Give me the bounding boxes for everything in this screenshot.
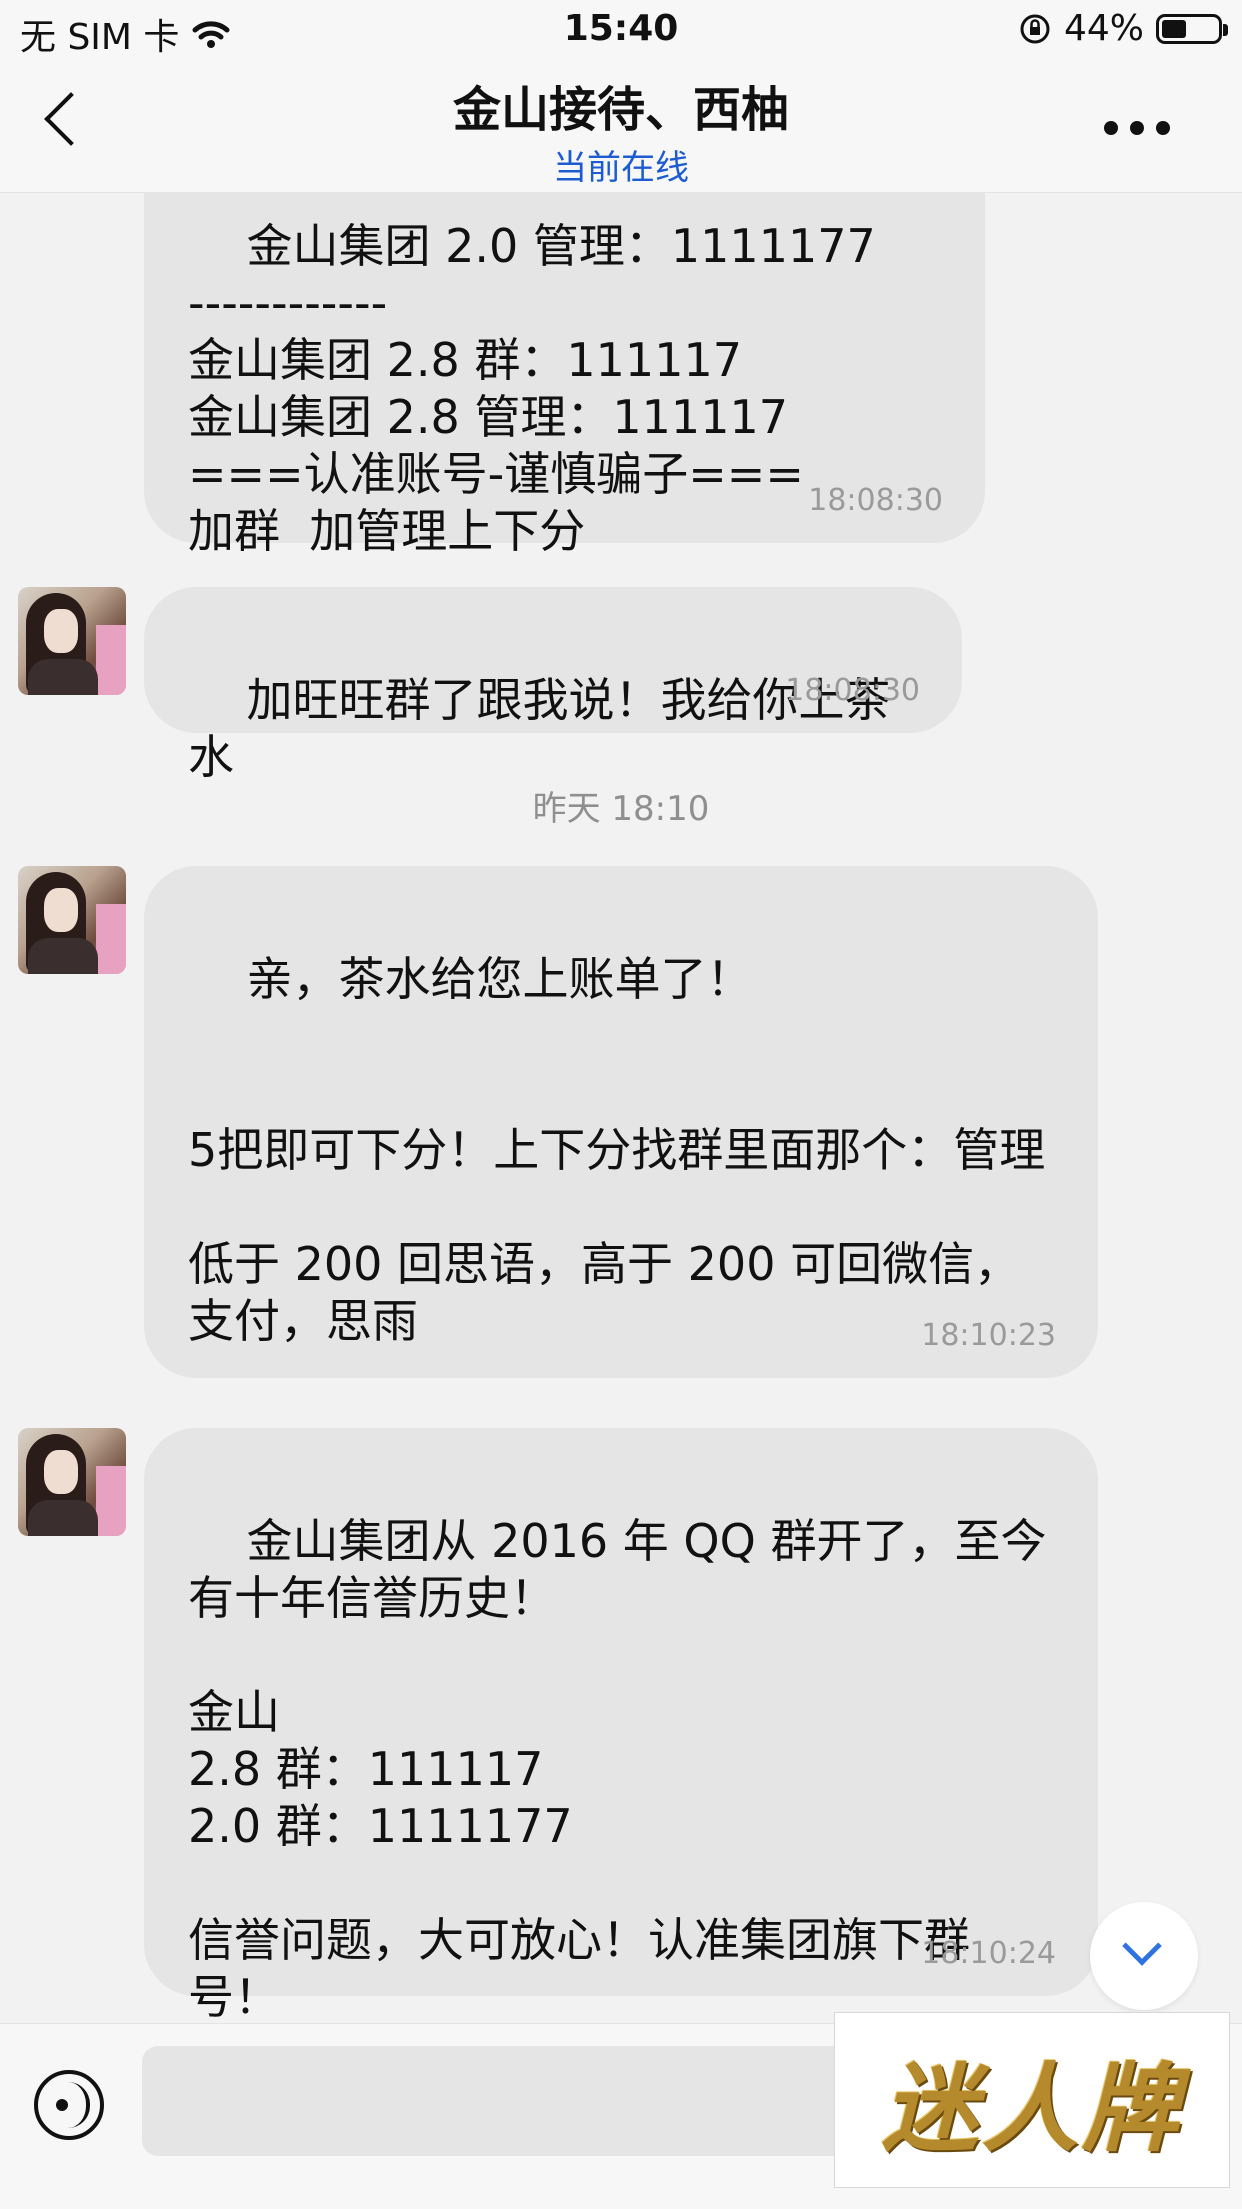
voice-icon — [56, 2099, 68, 2111]
battery-percent: 44% — [1063, 8, 1144, 49]
message-text: 金山集团从 2016 年 QQ 群开了，至今有十年信誉历史！ 金山 2.8 群：… — [188, 1514, 1047, 2023]
battery-icon — [1156, 13, 1228, 44]
online-status: 当前在线 — [553, 148, 689, 188]
battery-fill — [1162, 19, 1186, 38]
more-dot — [1156, 121, 1170, 135]
avatar[interactable] — [18, 587, 126, 695]
more-button[interactable] — [1082, 108, 1192, 148]
scroll-to-bottom-button[interactable] — [1090, 1902, 1198, 2010]
more-dots-icon — [1104, 121, 1118, 135]
chevron-down-icon — [1122, 1926, 1162, 1966]
message-bubble[interactable]: 金山集团从 2016 年 QQ 群开了，至今有十年信誉历史！ 金山 2.8 群：… — [144, 1428, 1098, 2023]
avatar-body — [28, 938, 98, 974]
orientation-lock-icon — [1020, 14, 1050, 43]
voice-button[interactable] — [34, 2070, 104, 2140]
date-separator: 昨天 18:10 — [532, 789, 710, 829]
watermark-logo: 迷人牌 — [834, 2012, 1230, 2188]
avatar-bg — [96, 625, 126, 695]
avatar-face — [44, 609, 78, 653]
avatar-face — [44, 888, 78, 932]
message-bubble[interactable]: 亲，茶水给您上账单了！ 5把即可下分！上下分找群里面那个：管理 低于 200 回… — [144, 866, 1098, 1378]
message-text: 亲，茶水给您上账单了！ 5把即可下分！上下分找群里面那个：管理 低于 200 回… — [188, 952, 1046, 1348]
avatar-bg — [96, 904, 126, 974]
avatar-bg — [96, 1466, 126, 1536]
message-time: 18:08:30 — [808, 483, 943, 518]
status-bar: 无 SIM 卡 15:40 44% — [0, 0, 1242, 62]
message-time: 18:10:23 — [921, 1318, 1056, 1353]
avatar-body — [28, 659, 98, 695]
avatar[interactable] — [18, 866, 126, 974]
voice-wave — [68, 2082, 90, 2128]
message-bubble[interactable]: 金山集团 2.0 管理：1111177 ------------ 金山集团 2.… — [144, 193, 985, 558]
message-time: 18:08:30 — [785, 673, 920, 708]
message-input[interactable] — [142, 2046, 876, 2156]
message-time: 18:10:24 — [921, 1936, 1056, 1971]
more-dot — [1130, 121, 1144, 135]
chat-title: 金山接待、西柚 — [452, 82, 789, 138]
avatar-face — [44, 1450, 78, 1494]
status-right: 44% — [1018, 8, 1228, 49]
nav-bar: 金山接待、西柚 当前在线 — [0, 62, 1242, 193]
watermark-text: 迷人牌 — [882, 2051, 1182, 2165]
message-bubble[interactable]: 加旺旺群了跟我说！我给你上茶水 18:08:30 — [144, 587, 962, 784]
avatar-body — [28, 1500, 98, 1536]
message-text: 金山集团 2.0 管理：1111177 ------------ 金山集团 2.… — [188, 219, 876, 558]
avatar[interactable] — [18, 1428, 126, 1536]
message-list[interactable]: 金山集团 2.0 管理：1111177 ------------ 金山集团 2.… — [0, 193, 1242, 2023]
